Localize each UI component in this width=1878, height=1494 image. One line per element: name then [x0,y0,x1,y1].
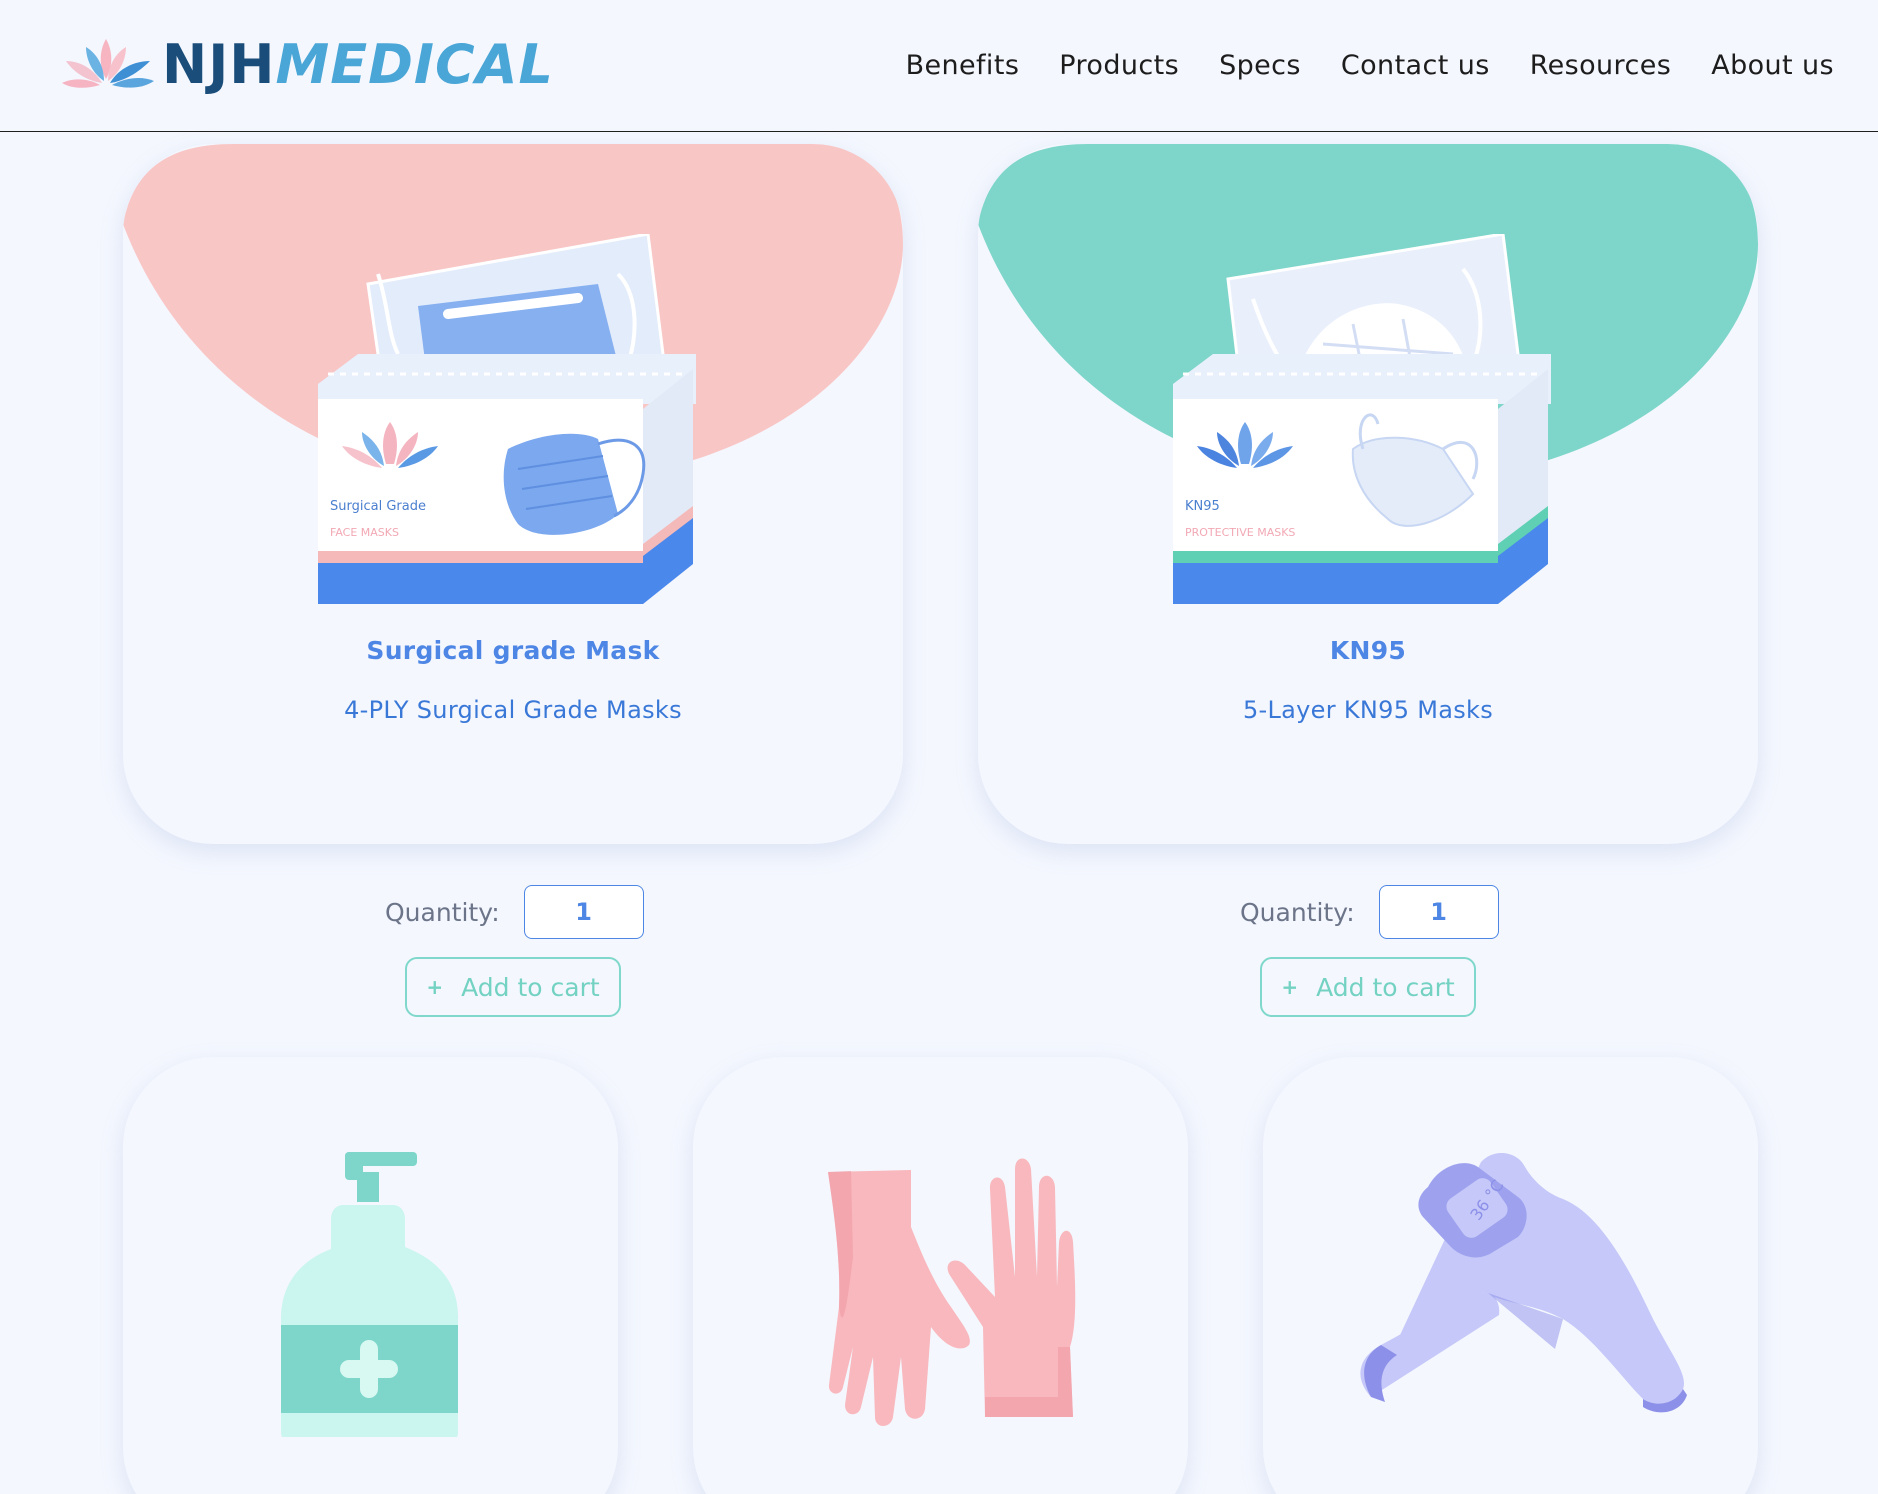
product-title[interactable]: KN95 [978,636,1758,665]
box-label-line1: Surgical Grade [330,499,426,514]
plus-icon: + [1281,975,1299,999]
product-card-surgical-mask[interactable]: Surgical Grade FACE MASKS Surgical grade… [123,144,903,844]
add-to-cart-label: Add to cart [461,972,600,1002]
surgical-mask-box-image: Surgical Grade FACE MASKS [318,234,696,604]
quantity-row-kn95: Quantity: [1240,885,1499,939]
main-nav: Benefits Products Specs Contact us Resou… [906,46,1834,86]
plus-icon: + [426,975,444,999]
product-subtitle: 4-PLY Surgical Grade Masks [344,696,682,724]
quantity-input[interactable] [523,885,644,939]
nav-resources[interactable]: Resources [1530,46,1672,86]
logo[interactable]: NJHMEDICAL [58,30,554,100]
gloves-icon [828,1158,1076,1426]
quantity-label: Quantity: [385,897,500,927]
quantity-label: Quantity: [1240,897,1355,927]
product-card-thermometer[interactable]: 36 °C [1263,1057,1758,1494]
box-label-line2: FACE MASKS [330,526,399,539]
logo-wordmark: NJHMEDICAL [162,30,554,100]
nav-contact-us[interactable]: Contact us [1341,46,1490,86]
product-card-gloves[interactable] [693,1057,1188,1494]
product-subtitle: 5-Layer KN95 Masks [1242,696,1494,724]
sanitizer-bottle-icon [281,1152,458,1437]
nav-specs[interactable]: Specs [1219,46,1301,86]
thermometer-gun-icon: 36 °C [1360,1152,1687,1413]
site-header: NJHMEDICAL Benefits Products Specs Conta… [0,0,1878,132]
quantity-input[interactable] [1378,885,1499,939]
box-label-line1: KN95 [1185,499,1220,514]
nav-benefits[interactable]: Benefits [906,46,1020,86]
product-card-kn95[interactable]: KN95 PROTECTIVE MASKS KN95 5-Layer KN95 … [978,144,1758,844]
product-title[interactable]: Surgical grade Mask [123,636,903,665]
logo-njh: NJH [162,33,276,96]
quantity-row-surgical-mask: Quantity: [385,885,644,939]
logo-medical: MEDICAL [275,33,554,96]
nav-products[interactable]: Products [1059,46,1179,86]
add-to-cart-button[interactable]: + Add to cart [1260,957,1476,1017]
nav-about-us[interactable]: About us [1711,46,1834,86]
box-label-line2: PROTECTIVE MASKS [1185,526,1295,539]
add-to-cart-button[interactable]: + Add to cart [405,957,621,1017]
kn95-mask-box-image: KN95 PROTECTIVE MASKS [1173,234,1551,604]
product-card-sanitizer[interactable] [123,1057,618,1494]
add-to-cart-label: Add to cart [1316,972,1455,1002]
lotus-logo-icon [62,39,154,88]
